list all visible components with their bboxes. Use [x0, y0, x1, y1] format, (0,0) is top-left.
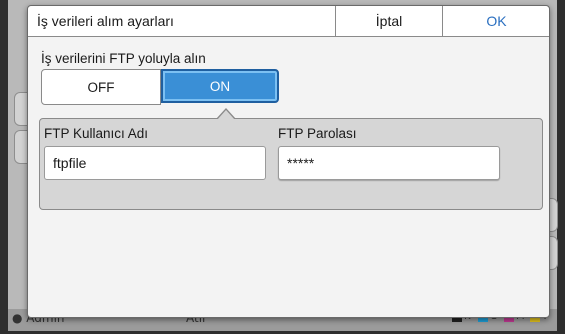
- ftp-receive-on-button[interactable]: ON: [161, 69, 279, 103]
- ftp-password-field[interactable]: *****: [278, 146, 500, 180]
- panel-pointer-fill: [217, 110, 235, 120]
- job-data-receive-settings-dialog: İş verileri alım ayarları İptal OK İş ve…: [27, 5, 550, 318]
- cancel-button[interactable]: İptal: [335, 6, 442, 36]
- ok-button[interactable]: OK: [442, 6, 550, 36]
- ftp-receive-off-button[interactable]: OFF: [41, 69, 161, 105]
- ftp-receive-label: İş verilerini FTP yoluyla alın: [41, 51, 206, 66]
- ftp-password-label: FTP Parolası: [278, 126, 357, 141]
- ftp-username-label: FTP Kullanıcı Adı: [44, 126, 149, 141]
- dialog-header: İş verileri alım ayarları İptal OK: [28, 6, 549, 37]
- ftp-username-field[interactable]: ftpfile: [44, 146, 266, 180]
- dialog-title: İş verileri alım ayarları: [37, 13, 174, 29]
